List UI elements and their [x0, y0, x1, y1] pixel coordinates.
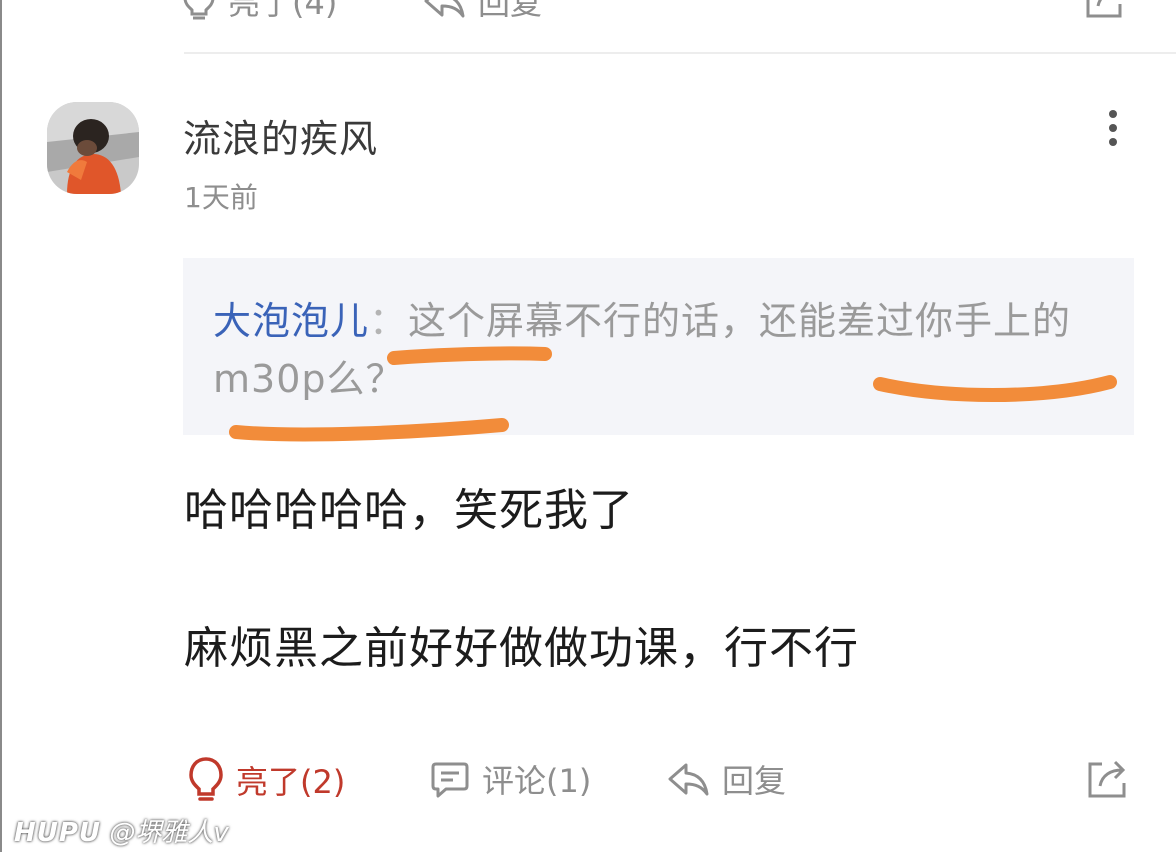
divider	[184, 52, 1176, 54]
reply-arrow-icon	[424, 0, 465, 18]
watermark-handle: @堺雅人v	[109, 818, 229, 848]
reply-button-previous[interactable]: 回复	[422, 0, 542, 24]
like-button-previous[interactable]: 亮了(4)	[182, 0, 337, 24]
reply-label: 回复	[722, 762, 787, 800]
share-icon	[1088, 760, 1126, 798]
comment-body-line-2: 麻烦黑之前好好做做功课，行不行	[184, 623, 859, 674]
timestamp: 1天前	[184, 181, 258, 214]
comment-body-line-1: 哈哈哈哈哈，笑死我了	[184, 485, 634, 536]
share-button-previous[interactable]	[1082, 0, 1126, 22]
quoted-reply-content: 大泡泡儿：这个屏幕不行的话，还能差过你手上的m30p么？	[213, 292, 1113, 408]
quoted-reply[interactable]: 大泡泡儿：这个屏幕不行的话，还能差过你手上的m30p么？	[183, 258, 1134, 435]
like-label-previous: 亮了(4)	[228, 0, 338, 22]
speech-bubble-icon	[431, 762, 469, 798]
share-button[interactable]	[1084, 756, 1130, 802]
watermark-brand: HUPU	[14, 818, 102, 848]
like-label: 亮了(2)	[236, 763, 346, 801]
vertical-dots-icon	[1109, 110, 1117, 146]
comment-label: 评论(1)	[482, 762, 592, 800]
avatar-image	[47, 102, 139, 194]
reply-button[interactable]: 回复	[666, 756, 786, 802]
watermark: HUPU @堺雅人v	[14, 812, 229, 849]
reply-arrow-icon	[668, 763, 709, 796]
avatar[interactable]	[47, 102, 139, 194]
comment-actions: 亮了(2) 评论(1) 回复	[184, 756, 1144, 812]
quote-separator: ：	[369, 299, 409, 343]
reply-label-previous: 回复	[478, 0, 543, 22]
lightbulb-icon	[189, 757, 223, 801]
comment-screen: 亮了(4) 回复 流浪的疾风 1天前 大泡泡儿：这个屏幕不行的话，还能差过你手上…	[0, 0, 1176, 852]
lightbulb-icon	[183, 0, 215, 20]
quote-author[interactable]: 大泡泡儿	[213, 299, 369, 343]
like-button[interactable]: 亮了(2)	[188, 756, 345, 804]
comment-button[interactable]: 评论(1)	[430, 756, 591, 802]
more-options-button[interactable]	[1098, 104, 1128, 154]
previous-comment-actions: 亮了(4) 回复	[182, 0, 1142, 28]
username[interactable]: 流浪的疾风	[183, 108, 378, 163]
share-icon	[1086, 0, 1122, 18]
